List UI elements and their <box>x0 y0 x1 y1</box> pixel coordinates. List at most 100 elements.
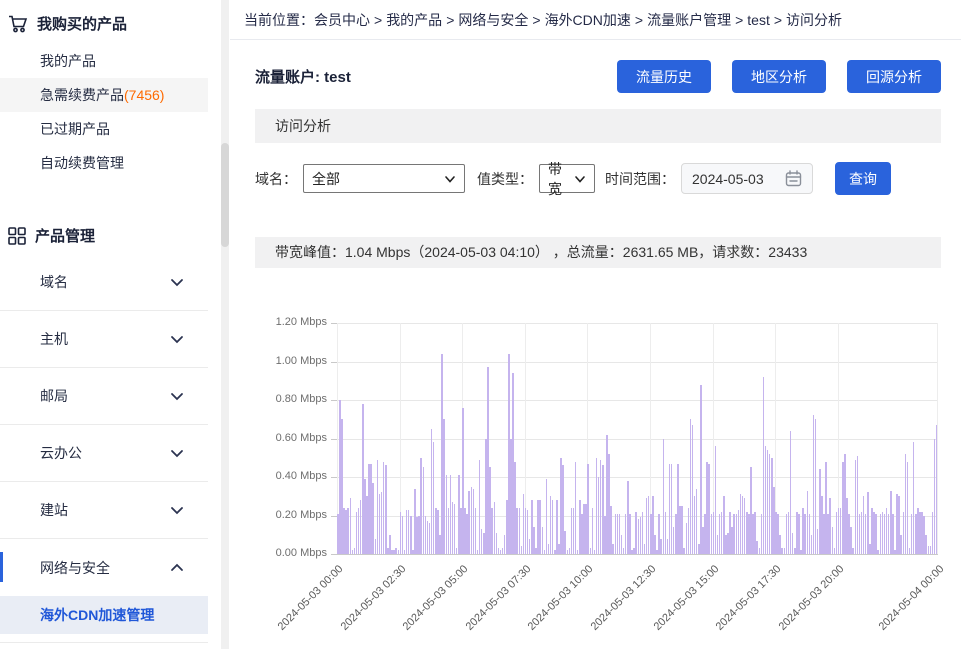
chart-bar <box>892 514 894 554</box>
domain-select-value: 全部 <box>312 169 340 189</box>
y-axis-tick <box>331 477 337 478</box>
region-analysis-button[interactable]: 地区分析 <box>732 60 826 93</box>
breadcrumb-item[interactable]: 海外CDN加速 <box>545 12 631 28</box>
chevron-down-icon[interactable] <box>170 275 184 289</box>
chart-bar <box>552 500 554 554</box>
value-type-label: 值类型： <box>477 169 533 189</box>
breadcrumb-item[interactable]: 访问分析 <box>786 12 842 28</box>
sidebar-section-title: 我购买的产品 <box>37 13 127 34</box>
sidebar-item-auto-renew[interactable]: 自动续费管理 <box>0 146 208 180</box>
sidebar-item-domain[interactable]: 域名 <box>0 254 208 311</box>
chart-plot <box>337 323 938 554</box>
chart-bar <box>385 465 387 554</box>
section-title: 访问分析 <box>255 109 941 143</box>
date-picker-value: 2024-05-03 <box>692 171 785 187</box>
chevron-down-icon <box>574 173 586 185</box>
chart-bar <box>936 425 938 554</box>
y-axis-label: 0.20 Mbps <box>255 509 327 521</box>
active-section-indicator <box>0 552 3 582</box>
sidebar-item-cloud-office[interactable]: 云办公 <box>0 425 208 482</box>
chart-gridline-h <box>337 323 938 324</box>
sidebar-item-overseas-cdn[interactable]: 海外CDN加速管理 <box>0 596 208 634</box>
chevron-up-icon[interactable] <box>170 561 184 575</box>
sidebar-item-network-security[interactable]: 网络与安全 <box>0 539 208 596</box>
chart-bar <box>475 508 477 554</box>
chevron-down-icon[interactable] <box>170 446 184 460</box>
domain-label: 域名： <box>255 169 297 189</box>
chevron-down-icon[interactable] <box>170 332 184 346</box>
breadcrumb-item[interactable]: 流量账户管理 <box>647 12 731 28</box>
value-type-select-value: 带宽 <box>548 159 574 199</box>
x-axis-label: 2024-05-04 00:00 <box>832 563 947 649</box>
sidebar-scrollbar-track[interactable] <box>221 0 229 649</box>
chart-bar <box>681 506 683 554</box>
chart-bar <box>454 504 456 554</box>
sidebar-item-label: 急需续费产品 <box>40 87 124 103</box>
y-axis-tick <box>331 554 337 555</box>
y-axis-tick <box>331 400 337 401</box>
domain-select[interactable]: 全部 <box>303 164 465 193</box>
breadcrumb-separator: > <box>446 12 454 28</box>
sidebar-scrollbar-thumb[interactable] <box>221 143 229 247</box>
y-axis-tick <box>331 323 337 324</box>
summary-bar: 带宽峰值：1.04 Mbps（2024-05-03 04:10） ，总流量：26… <box>255 237 941 268</box>
breadcrumb-item[interactable]: 我的产品 <box>386 12 442 28</box>
grid-icon <box>8 227 26 245</box>
chart-gridline-h <box>337 477 938 478</box>
traffic-history-button[interactable]: 流量历史 <box>617 60 711 93</box>
y-axis-label: 1.20 Mbps <box>255 316 327 328</box>
accordion-label: 主机 <box>40 329 170 349</box>
page: 我购买的产品 我的产品 急需续费产品(7456) 已过期产品 自动续费管理 产品… <box>0 0 961 649</box>
origin-analysis-button[interactable]: 回源分析 <box>847 60 941 93</box>
chart-bar <box>875 514 877 554</box>
chevron-down-icon <box>444 173 456 185</box>
accordion-label: 邮局 <box>40 386 170 406</box>
chart-bar <box>587 464 589 555</box>
sidebar: 我购买的产品 我的产品 急需续费产品(7456) 已过期产品 自动续费管理 产品… <box>0 0 230 649</box>
date-picker-input[interactable]: 2024-05-03 <box>681 163 813 194</box>
chevron-down-icon[interactable] <box>170 503 184 517</box>
breadcrumb: 当前位置：会员中心>我的产品>网络与安全>海外CDN加速>流量账户管理>test… <box>230 0 961 40</box>
sidebar-item-host[interactable]: 主机 <box>0 311 208 368</box>
calendar-icon <box>785 170 802 187</box>
sidebar-section-purchased: 我购买的产品 <box>0 0 208 34</box>
y-axis-tick <box>331 516 337 517</box>
chart-bar <box>546 479 548 554</box>
sidebar-section-title: 产品管理 <box>35 225 95 246</box>
chart-bar <box>410 516 412 555</box>
y-axis-label: 0.80 Mbps <box>255 393 327 405</box>
sidebar-item-expired[interactable]: 已过期产品 <box>0 112 208 146</box>
main-content: 当前位置：会员中心>我的产品>网络与安全>海外CDN加速>流量账户管理>test… <box>230 0 961 649</box>
accordion-label: 域名 <box>40 272 170 292</box>
breadcrumb-separator: > <box>635 12 643 28</box>
breadcrumb-separator: > <box>735 12 743 28</box>
cart-icon <box>8 15 28 33</box>
breadcrumb-separator: > <box>532 12 540 28</box>
chart-gridline-h <box>337 554 938 555</box>
accordion-label: 云办公 <box>40 443 170 463</box>
accordion-label: 网络与安全 <box>40 558 170 578</box>
sidebar-item-site-builder[interactable]: 建站 <box>0 482 208 539</box>
sidebar-item-ssl[interactable]: SSL安全证书 <box>0 643 208 649</box>
breadcrumb-separator: > <box>374 12 382 28</box>
sidebar-item-mail[interactable]: 邮局 <box>0 368 208 425</box>
breadcrumb-item[interactable]: 网络与安全 <box>458 12 528 28</box>
breadcrumb-separator: > <box>774 12 782 28</box>
sidebar-item-renew-urgent[interactable]: 急需续费产品(7456) <box>0 78 208 112</box>
query-button[interactable]: 查询 <box>835 162 891 195</box>
renew-count-badge: (7456) <box>124 87 164 103</box>
sidebar-item-my-products[interactable]: 我的产品 <box>0 44 208 78</box>
chart-bar <box>592 508 594 554</box>
chart-bar <box>907 462 909 554</box>
chevron-down-icon[interactable] <box>170 389 184 403</box>
chart-bar <box>350 498 352 554</box>
breadcrumb-item[interactable]: 会员中心 <box>314 12 370 28</box>
chart-gridline-h <box>337 400 938 401</box>
value-type-select[interactable]: 带宽 <box>539 164 595 193</box>
chart-gridline-h <box>337 362 938 363</box>
y-axis-label: 1.00 Mbps <box>255 355 327 367</box>
breadcrumb-item[interactable]: test <box>747 12 770 28</box>
traffic-account-title: 流量账户: test <box>255 66 351 87</box>
time-range-label: 时间范围： <box>605 169 675 189</box>
chart-bar <box>629 514 631 554</box>
